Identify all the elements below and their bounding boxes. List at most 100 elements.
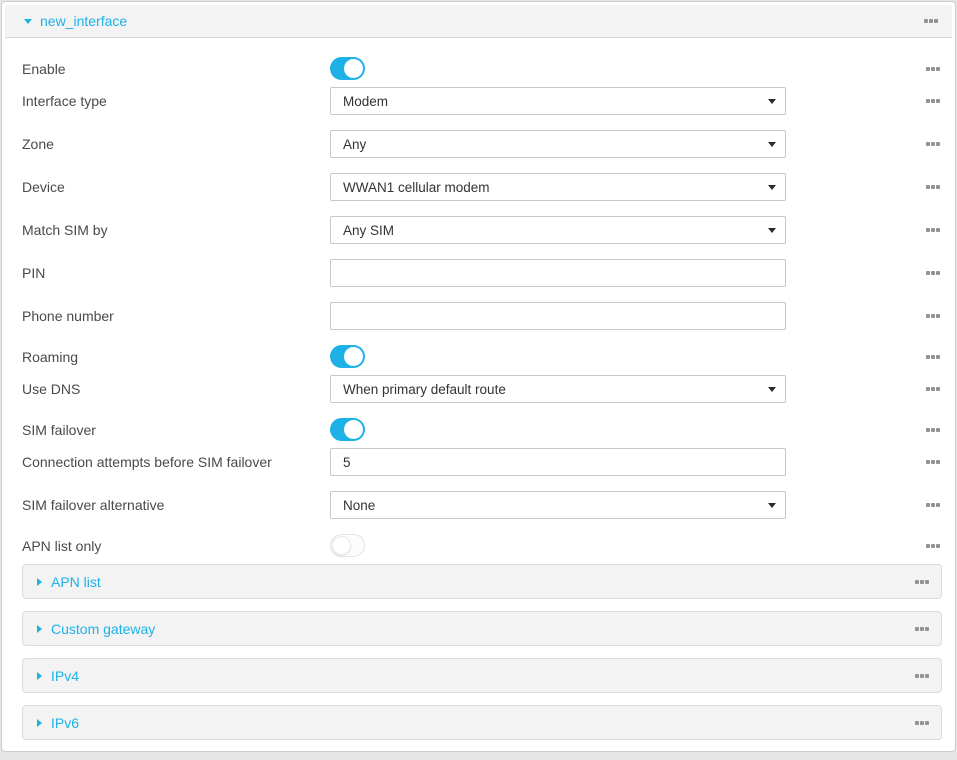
- ellipsis-menu-icon[interactable]: [915, 718, 929, 728]
- chevron-down-icon: [768, 99, 776, 104]
- row-sim-failover-alternative: SIM failover alternative None: [22, 491, 942, 519]
- select-value: When primary default route: [343, 382, 506, 397]
- field-control: Modem: [330, 87, 786, 115]
- sim-failover-alternative-select[interactable]: None: [330, 491, 786, 519]
- select-value: Any SIM: [343, 223, 394, 238]
- zone-label: Zone: [22, 136, 330, 152]
- ellipsis-menu-icon[interactable]: [915, 671, 929, 681]
- sim-failover-toggle[interactable]: [330, 418, 365, 441]
- ellipsis-menu-icon[interactable]: [926, 64, 940, 74]
- row-apn-list-only: APN list only: [22, 534, 942, 557]
- section-custom-gateway-label: Custom gateway: [51, 621, 155, 637]
- enable-label: Enable: [22, 61, 330, 77]
- chevron-down-icon: [768, 142, 776, 147]
- select-value: Any: [343, 137, 366, 152]
- field-control: When primary default route: [330, 375, 786, 403]
- apn-list-only-toggle[interactable]: [330, 534, 365, 557]
- ellipsis-menu-icon[interactable]: [915, 624, 929, 634]
- field-control: WWAN1 cellular modem: [330, 173, 786, 201]
- field-control: [330, 302, 786, 330]
- ellipsis-menu-icon[interactable]: [926, 139, 940, 149]
- select-value: WWAN1 cellular modem: [343, 180, 490, 195]
- triangle-down-icon: [24, 19, 32, 24]
- sim-failover-alternative-label: SIM failover alternative: [22, 497, 330, 513]
- roaming-label: Roaming: [22, 349, 330, 365]
- ellipsis-menu-icon[interactable]: [926, 541, 940, 551]
- triangle-right-icon: [37, 578, 42, 586]
- row-sim-failover: SIM failover: [22, 418, 942, 441]
- interface-type-select[interactable]: Modem: [330, 87, 786, 115]
- enable-toggle[interactable]: [330, 57, 365, 80]
- field-control: [330, 345, 786, 368]
- triangle-right-icon: [37, 625, 42, 633]
- roaming-toggle[interactable]: [330, 345, 365, 368]
- field-control: None: [330, 491, 786, 519]
- ellipsis-menu-icon[interactable]: [924, 16, 938, 26]
- row-use-dns: Use DNS When primary default route: [22, 375, 942, 403]
- row-device: Device WWAN1 cellular modem: [22, 173, 942, 201]
- new-interface-panel: new_interface Enable Interface type Mode…: [1, 1, 956, 752]
- row-enable: Enable: [22, 57, 942, 80]
- ellipsis-menu-icon[interactable]: [926, 352, 940, 362]
- section-ipv6[interactable]: IPv6: [22, 705, 942, 740]
- field-control: [330, 57, 786, 80]
- field-control: [330, 534, 786, 557]
- collapsed-sections: APN list Custom gateway IPv4 IPv6: [2, 564, 955, 740]
- section-custom-gateway[interactable]: Custom gateway: [22, 611, 942, 646]
- section-ipv6-label: IPv6: [51, 715, 79, 731]
- device-label: Device: [22, 179, 330, 195]
- ellipsis-menu-icon[interactable]: [926, 268, 940, 278]
- section-ipv4[interactable]: IPv4: [22, 658, 942, 693]
- phone-number-label: Phone number: [22, 308, 330, 324]
- row-match-sim-by: Match SIM by Any SIM: [22, 216, 942, 244]
- toggle-knob: [344, 59, 363, 78]
- ellipsis-menu-icon[interactable]: [926, 457, 940, 467]
- sim-failover-label: SIM failover: [22, 422, 330, 438]
- chevron-down-icon: [768, 503, 776, 508]
- toggle-knob: [344, 347, 363, 366]
- connection-attempts-before-sim-failover-label: Connection attempts before SIM failover: [22, 454, 330, 470]
- device-select[interactable]: WWAN1 cellular modem: [330, 173, 786, 201]
- section-apn-list-label: APN list: [51, 574, 101, 590]
- row-connection-attempts-before-sim-failover: Connection attempts before SIM failover: [22, 448, 942, 476]
- chevron-down-icon: [768, 228, 776, 233]
- row-pin: PIN: [22, 259, 942, 287]
- select-value: Modem: [343, 94, 388, 109]
- match-sim-by-select[interactable]: Any SIM: [330, 216, 786, 244]
- row-phone-number: Phone number: [22, 302, 942, 330]
- apn-list-only-label: APN list only: [22, 538, 330, 554]
- connection-attempts-before-sim-failover-input[interactable]: [330, 448, 786, 476]
- row-zone: Zone Any: [22, 130, 942, 158]
- ellipsis-menu-icon[interactable]: [926, 425, 940, 435]
- pin-label: PIN: [22, 265, 330, 281]
- toggle-knob: [344, 420, 363, 439]
- field-control: [330, 418, 786, 441]
- toggle-knob: [332, 536, 351, 555]
- ellipsis-menu-icon[interactable]: [926, 500, 940, 510]
- ellipsis-menu-icon[interactable]: [926, 182, 940, 192]
- select-value: None: [343, 498, 375, 513]
- field-control: Any: [330, 130, 786, 158]
- field-control: [330, 448, 786, 476]
- field-control: Any SIM: [330, 216, 786, 244]
- ellipsis-menu-icon[interactable]: [915, 577, 929, 587]
- section-apn-list[interactable]: APN list: [22, 564, 942, 599]
- ellipsis-menu-icon[interactable]: [926, 225, 940, 235]
- ellipsis-menu-icon[interactable]: [926, 311, 940, 321]
- pin-input[interactable]: [330, 259, 786, 287]
- use-dns-select[interactable]: When primary default route: [330, 375, 786, 403]
- field-control: [330, 259, 786, 287]
- triangle-right-icon: [37, 672, 42, 680]
- panel-title: new_interface: [40, 13, 127, 29]
- chevron-down-icon: [768, 387, 776, 392]
- form-rows: Enable Interface type Modem: [2, 38, 955, 557]
- interface-type-label: Interface type: [22, 93, 330, 109]
- ellipsis-menu-icon[interactable]: [926, 96, 940, 106]
- phone-number-input[interactable]: [330, 302, 786, 330]
- section-ipv4-label: IPv4: [51, 668, 79, 684]
- zone-select[interactable]: Any: [330, 130, 786, 158]
- row-roaming: Roaming: [22, 345, 942, 368]
- ellipsis-menu-icon[interactable]: [926, 384, 940, 394]
- triangle-right-icon: [37, 719, 42, 727]
- panel-header[interactable]: new_interface: [5, 5, 952, 38]
